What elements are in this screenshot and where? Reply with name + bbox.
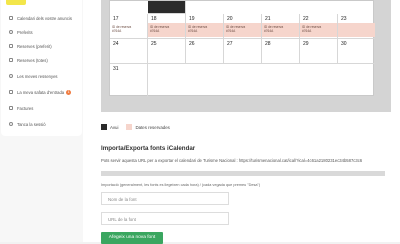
- day-number: 23: [341, 16, 347, 22]
- reservation-id: #764A: [188, 29, 198, 33]
- reservation-id: #764A: [264, 29, 274, 33]
- day-number: 30: [341, 41, 347, 47]
- sidebar-item-label: Les meves ressenyes: [17, 73, 58, 79]
- export-url-bar[interactable]: [101, 171, 385, 176]
- sidebar-item-label: Calendari dels vostre anuncis: [17, 15, 72, 21]
- calendar-day[interactable]: 29: [300, 39, 338, 64]
- reservation-label: ID de reserva #764A: [302, 25, 321, 33]
- source-url-input[interactable]: URL de la font: [101, 212, 229, 225]
- reservation-id: #764A: [226, 29, 236, 33]
- sidebar-item-favorites[interactable]: Preferits: [9, 27, 33, 37]
- add-source-button[interactable]: Afegeix una nova font: [101, 232, 163, 244]
- legend-swatch-reserved: [126, 124, 133, 130]
- reservation-icon: [9, 44, 13, 48]
- day-number: 29: [303, 41, 309, 47]
- day-number: 27: [227, 41, 233, 47]
- day-number: 20: [227, 16, 233, 22]
- sidebar-item-label: Reserves (totes): [17, 57, 48, 63]
- calendar-day[interactable]: 23: [338, 14, 375, 39]
- reservation-id: #764A: [302, 29, 312, 33]
- sidebar-item-reservations-favorite[interactable]: Reserves (preferit): [9, 41, 52, 51]
- day-number: 22: [303, 16, 309, 22]
- reservation-label: ID de reserva #764A: [264, 25, 283, 33]
- sidebar-item-inbox[interactable]: La meva safata d'entrada 1: [9, 87, 72, 97]
- sidebar-item-label: La meva safata d'entrada: [17, 89, 65, 95]
- reservation-id: #764A: [112, 29, 122, 33]
- sidebar-item-reviews[interactable]: Les meves ressenyes: [9, 71, 58, 81]
- unread-badge: 1: [66, 89, 72, 95]
- calendar-day[interactable]: 25: [148, 39, 186, 64]
- legend-label-today: Avui: [110, 124, 119, 130]
- sidebar-item-label: Preferits: [17, 29, 33, 35]
- day-number: 31: [113, 66, 119, 72]
- sidebar-menu: Calendari dels vostre anuncis Preferits …: [1, 0, 82, 136]
- calendar-day[interactable]: 26: [186, 39, 224, 64]
- reservation-label: ID de reserva #764A: [226, 25, 245, 33]
- calendar-day[interactable]: 30: [338, 39, 375, 64]
- calendar-day[interactable]: 24: [110, 39, 148, 64]
- reservation-label: ID de reserva #764A: [112, 25, 131, 33]
- reservation-label: ID de reserva #764A: [150, 25, 169, 33]
- main-content: 17 18 19 20 21 22 23 ID de reserva #764A …: [83, 0, 400, 244]
- day-number: 18: [151, 16, 157, 22]
- calendar-container: 17 18 19 20 21 22 23 ID de reserva #764A …: [101, 0, 391, 112]
- invoice-icon: [9, 106, 13, 110]
- sidebar: Calendari dels vostre anuncis Preferits …: [0, 0, 83, 242]
- sidebar-item-label: Factures: [17, 105, 34, 111]
- sidebar-item-label: Reserves (preferit): [17, 43, 52, 49]
- sidebar-item-logout[interactable]: Tanca la sessió: [9, 119, 46, 129]
- reservation-list-icon: [9, 58, 13, 62]
- sidebar-item-calendar[interactable]: Calendari dels vostre anuncis: [9, 13, 72, 23]
- ical-import-text: Importació (generalment, les fonts es ll…: [101, 183, 261, 187]
- day-number: 28: [265, 41, 271, 47]
- reservation-id: #764A: [150, 29, 160, 33]
- sidebar-item-label: Tanca la sessió: [17, 121, 46, 127]
- day-number: 17: [113, 16, 119, 22]
- inbox-icon: [9, 90, 13, 94]
- day-number: 24: [113, 41, 119, 47]
- reservation-label: ID de reserva #764A: [188, 25, 207, 33]
- calendar-day[interactable]: 31: [110, 64, 148, 97]
- day-number: 25: [151, 41, 157, 47]
- top-button[interactable]: [6, 0, 26, 5]
- calendar-legend: Avui Dates reservades: [101, 124, 170, 130]
- calendar-grid: 17 18 19 20 21 22 23 ID de reserva #764A …: [109, 0, 375, 97]
- heart-icon: [9, 30, 13, 34]
- sidebar-item-reservations-all[interactable]: Reserves (totes): [9, 55, 48, 65]
- day-number: 21: [265, 16, 271, 22]
- day-number: 19: [189, 16, 195, 22]
- calendar-day-past: [148, 1, 186, 14]
- logout-icon: [9, 122, 13, 126]
- legend-swatch-today: [101, 124, 107, 130]
- star-icon: [9, 74, 13, 78]
- source-name-input[interactable]: Nom de la font: [101, 192, 229, 205]
- day-number: 26: [189, 41, 195, 47]
- ical-section-title: Importa/Exporta fonts iCalendar: [101, 145, 196, 152]
- calendar-icon: [9, 16, 13, 20]
- calendar-day[interactable]: 28: [262, 39, 300, 64]
- ical-export-text: Pots servir aquesta URL per a exportar e…: [101, 158, 363, 163]
- calendar-day[interactable]: 27: [224, 39, 262, 64]
- sidebar-item-invoices[interactable]: Factures: [9, 103, 33, 113]
- legend-label-reserved: Dates reservades: [135, 124, 170, 130]
